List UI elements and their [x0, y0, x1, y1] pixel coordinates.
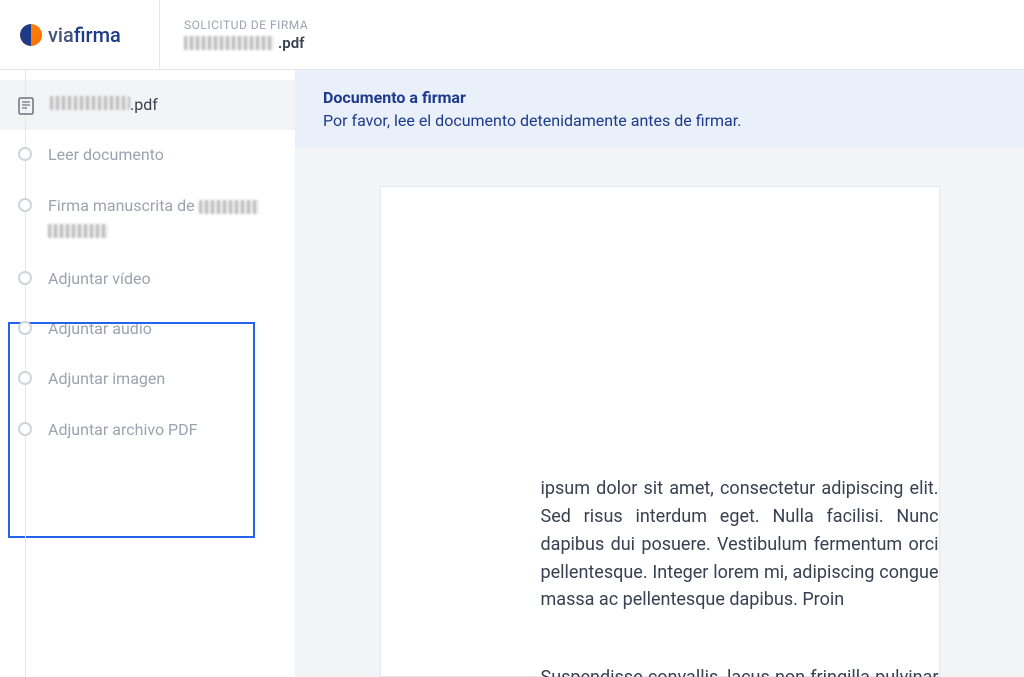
step-label: Adjuntar archivo PDF — [48, 419, 198, 441]
filename-redacted — [184, 36, 274, 50]
document-filename: .pdf — [184, 34, 308, 52]
sidebar-item-signature[interactable]: Firma manuscrita de — [0, 181, 295, 254]
sidebar-item-document[interactable]: .pdf — [0, 80, 295, 130]
viafirma-logo-icon — [20, 24, 42, 46]
sidebar-item-read[interactable]: Leer documento — [0, 130, 295, 180]
document-title-area: SOLICITUD DE FIRMA .pdf — [160, 18, 332, 52]
sidebar-item-attach-audio[interactable]: Adjuntar audio — [0, 304, 295, 354]
circle-icon — [18, 271, 32, 285]
circle-icon — [18, 198, 32, 212]
signer-name-redacted — [199, 200, 259, 214]
signer-name-redacted-2 — [48, 224, 108, 238]
sidebar-item-attach-image[interactable]: Adjuntar imagen — [0, 354, 295, 404]
step-label: Firma manuscrita de — [48, 195, 259, 240]
steps-sidebar: .pdf Leer documento Firma manuscrita de … — [0, 70, 295, 677]
logo-text: viafirma — [48, 23, 121, 47]
document-icon — [18, 97, 34, 115]
step-label: Adjuntar imagen — [48, 368, 165, 390]
filename-redacted-sidebar — [50, 96, 130, 110]
app-header: viafirma SOLICITUD DE FIRMA .pdf — [0, 0, 1024, 70]
document-label: .pdf — [50, 94, 158, 116]
circle-icon — [18, 321, 32, 335]
document-text: ipsum dolor sit amet, consectetur adipis… — [541, 447, 939, 677]
circle-icon — [18, 422, 32, 436]
sidebar-item-attach-pdf[interactable]: Adjuntar archivo PDF — [0, 405, 295, 455]
instruction-text: Por favor, lee el documento detenidament… — [323, 111, 996, 130]
circle-icon — [18, 147, 32, 161]
sidebar-item-attach-video[interactable]: Adjuntar vídeo — [0, 254, 295, 304]
step-label: Adjuntar vídeo — [48, 268, 151, 290]
document-preview[interactable]: ipsum dolor sit amet, consectetur adipis… — [295, 148, 1024, 677]
instruction-banner: Documento a firmar Por favor, lee el doc… — [295, 70, 1024, 148]
logo[interactable]: viafirma — [0, 0, 160, 69]
circle-icon — [18, 371, 32, 385]
main-content: Documento a firmar Por favor, lee el doc… — [295, 70, 1024, 677]
request-label: SOLICITUD DE FIRMA — [184, 18, 308, 32]
step-label: Adjuntar audio — [48, 318, 152, 340]
document-page: ipsum dolor sit amet, consectetur adipis… — [380, 186, 940, 677]
instruction-title: Documento a firmar — [323, 88, 996, 107]
step-label: Leer documento — [48, 144, 164, 166]
